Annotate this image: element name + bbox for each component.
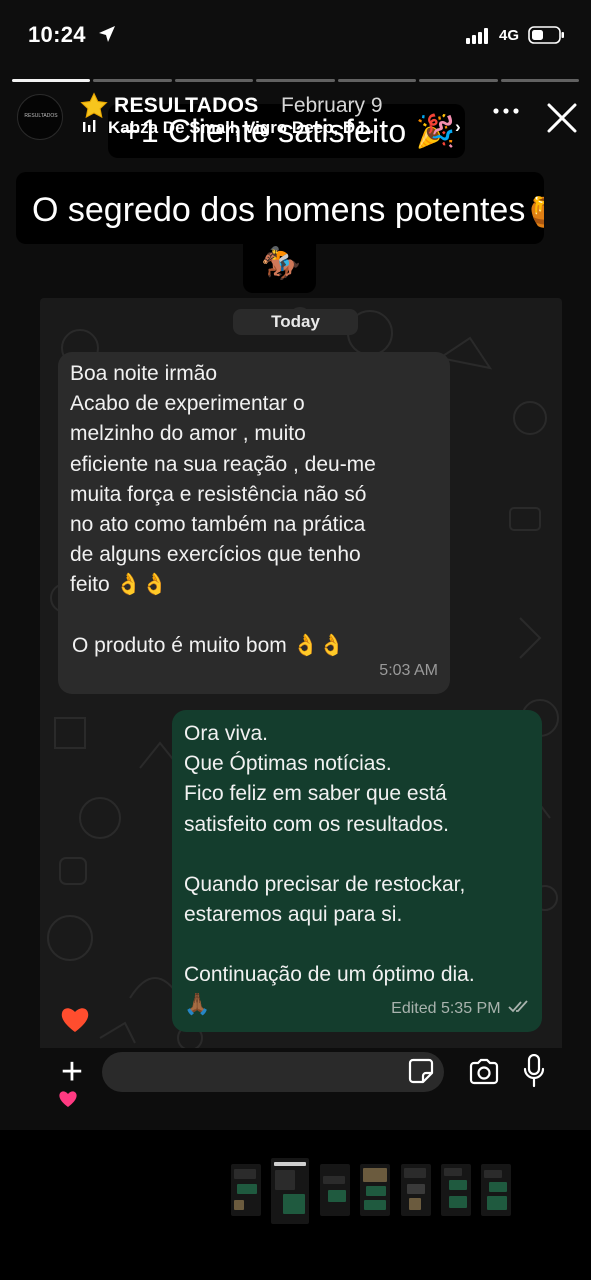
microphone-icon[interactable] xyxy=(523,1054,545,1088)
message-meta: Edited 5:35 PM xyxy=(391,994,530,1024)
music-track[interactable]: Kabza De Small, Vigro Deep, DJ... xyxy=(108,118,379,138)
story-date: February 9 xyxy=(281,94,383,117)
more-icon[interactable] xyxy=(490,100,522,122)
location-arrow-icon xyxy=(99,26,115,42)
story-thumbnail[interactable] xyxy=(481,1164,511,1216)
message-time: 5:03 AM xyxy=(379,661,438,679)
status-time: 10:24 xyxy=(28,22,86,47)
outgoing-message: Ora viva. Que Óptimas notícias. Fico fel… xyxy=(172,710,542,1032)
music-chevron-icon[interactable]: › xyxy=(455,117,461,137)
progress-segment xyxy=(93,79,172,82)
avatar-label: RESULTADOS xyxy=(24,113,58,119)
progress-segment xyxy=(419,79,498,82)
message-line: no ato como também na prática xyxy=(70,513,366,537)
message-line: feito 👌👌 xyxy=(70,573,168,597)
reply-bar: + xyxy=(0,1048,591,1118)
progress-segment xyxy=(337,79,417,82)
message-line: Continuação de um óptimo dia. xyxy=(184,963,475,987)
progress-segment xyxy=(500,79,579,82)
horse-emoji: 🏇 xyxy=(261,245,301,281)
incoming-message: Boa noite irmão Acabo de experimentar o … xyxy=(58,352,450,694)
highlight-title[interactable]: RESULTADOS xyxy=(114,94,259,118)
message-line: Quando precisar de restockar, xyxy=(184,872,466,896)
avatar[interactable]: RESULTADOS xyxy=(17,94,63,140)
network-type: 4G xyxy=(499,27,520,44)
message-line: Ora viva. xyxy=(184,722,269,745)
status-bar: 10:24 4G xyxy=(0,0,591,70)
message-line: estaremos aqui para si. xyxy=(184,903,403,927)
caption-secret: O segredo dos homens potentes🍯 xyxy=(16,172,544,244)
message-line: Fico feliz em saber que está xyxy=(184,782,447,806)
date-divider: Today xyxy=(233,309,358,335)
story-thumbnail[interactable] xyxy=(360,1164,390,1216)
progress-segment xyxy=(174,79,254,82)
sticker-icon[interactable] xyxy=(408,1058,434,1084)
story-thumbnail[interactable] xyxy=(441,1164,471,1216)
add-button[interactable]: + xyxy=(56,1048,88,1096)
pink-heart-icon[interactable] xyxy=(58,1090,78,1108)
story-thumbnail[interactable] xyxy=(320,1164,350,1216)
reply-input[interactable] xyxy=(102,1052,444,1092)
camera-icon[interactable] xyxy=(468,1058,500,1086)
message-line: muita força e resistência não só xyxy=(70,482,367,506)
thumbnail-strip xyxy=(0,1130,591,1280)
music-bars-icon xyxy=(83,120,96,132)
close-icon[interactable] xyxy=(546,102,578,134)
star-icon xyxy=(80,92,108,119)
edited-time: Edited 5:35 PM xyxy=(391,999,501,1017)
story-thumbnail[interactable] xyxy=(401,1164,431,1216)
signal-icon xyxy=(466,28,488,44)
message-line: satisfeito com os resultados. xyxy=(184,812,449,836)
message-line: melzinho do amor , muito xyxy=(70,422,306,446)
heart-icon[interactable] xyxy=(60,1006,90,1034)
message-line: de alguns exercícios que tenho xyxy=(70,543,361,567)
message-line: eficiente na sua reação , deu-me xyxy=(70,452,376,476)
story-thumbnail-active[interactable] xyxy=(271,1158,309,1224)
story-thumbnail[interactable] xyxy=(231,1164,261,1216)
progress-segment xyxy=(256,79,335,82)
message-line: Acabo de experimentar o xyxy=(70,392,305,416)
double-check-icon xyxy=(508,1000,528,1013)
caption-horse-emoji: 🏇 xyxy=(243,238,316,293)
battery-icon xyxy=(528,26,564,44)
story-header: RESULTADOS RESULTADOS February 9 Kabza D… xyxy=(0,86,591,146)
progress-segment xyxy=(12,79,91,82)
message-line: Que Óptimas notícias. xyxy=(184,752,392,776)
message-line: Boa noite irmão xyxy=(70,362,218,385)
story-viewer[interactable]: +1 Cliente satisfeito 🎉 O segredo dos ho… xyxy=(0,70,591,1130)
